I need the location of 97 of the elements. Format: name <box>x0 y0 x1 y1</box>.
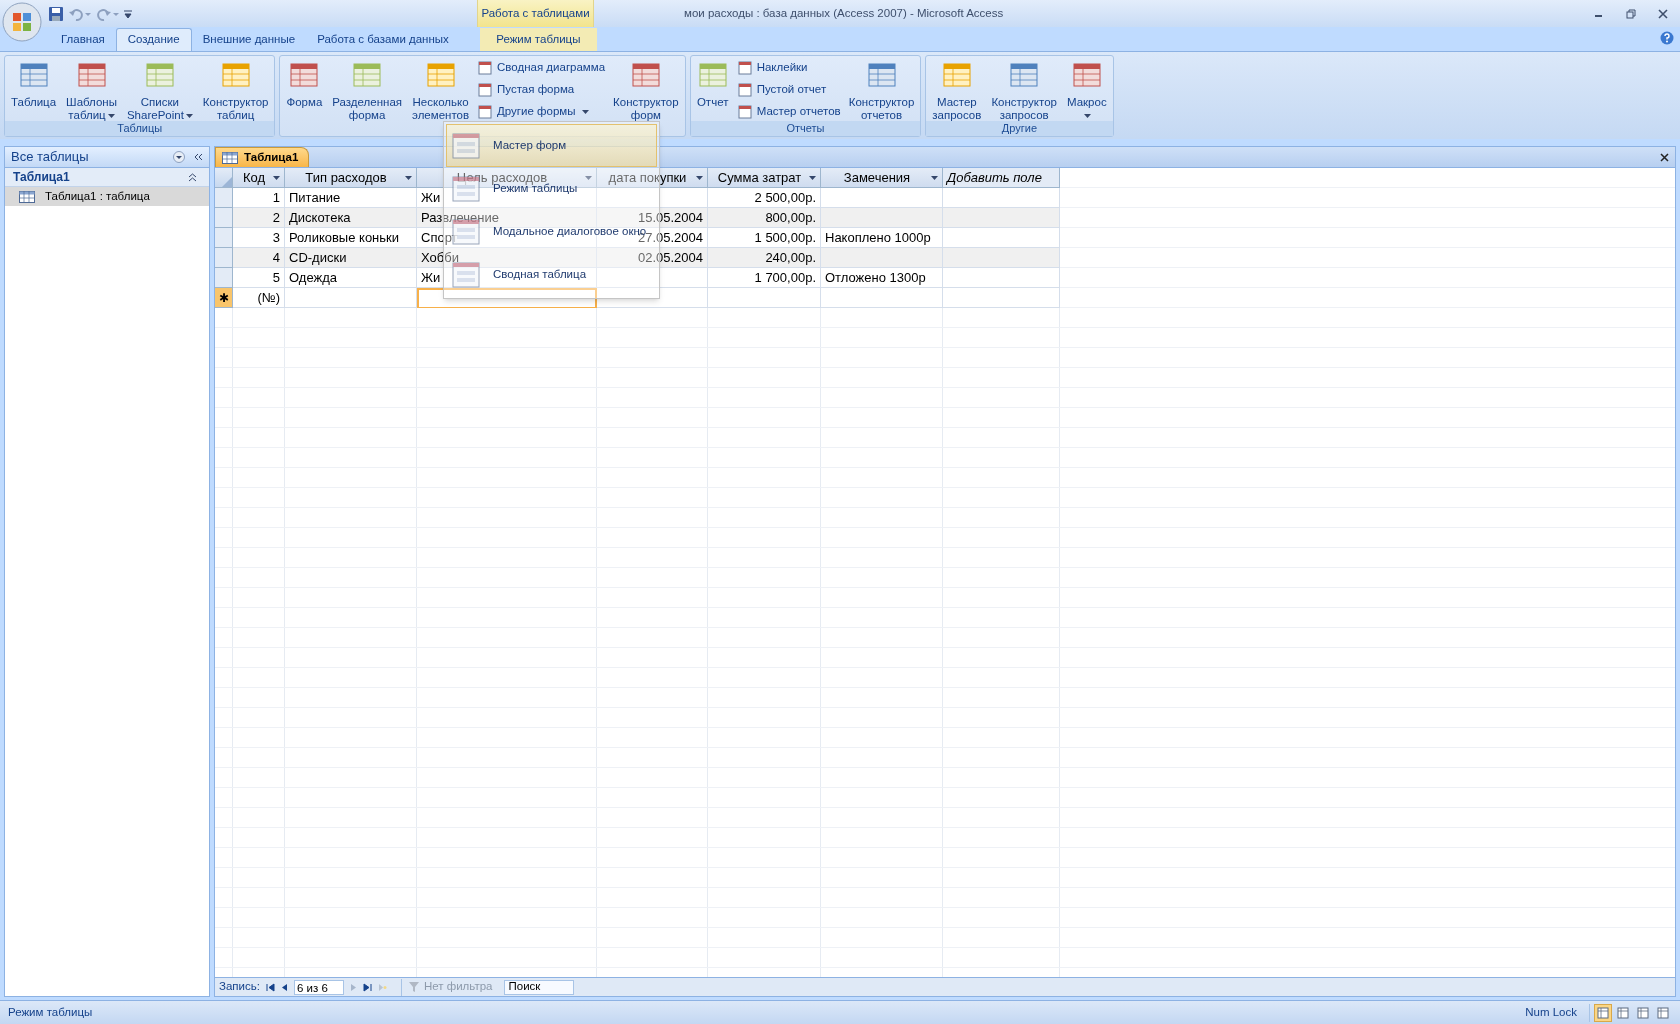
ribbon-small-icon <box>736 81 753 98</box>
last-record-icon[interactable] <box>362 982 372 992</box>
dropdown-icon[interactable] <box>173 151 185 163</box>
close-icon[interactable] <box>1658 8 1668 19</box>
ribbon-button[interactable]: Макрос <box>1062 56 1111 118</box>
ribbon-tab[interactable]: Главная <box>50 28 116 51</box>
save-icon[interactable] <box>48 5 64 22</box>
ribbon-small-icon <box>736 103 753 120</box>
row-selector[interactable] <box>215 248 233 268</box>
group-header[interactable]: Таблица1 <box>5 168 209 187</box>
row-selector[interactable] <box>215 208 233 228</box>
pane-title: Все таблицы <box>11 148 89 167</box>
table-cell: Развлечение <box>417 208 597 228</box>
ribbon-small-button[interactable]: Мастер отчетов <box>734 102 843 121</box>
collapse-icon <box>188 172 197 182</box>
ribbon-small-button[interactable]: Наклейки <box>734 58 843 77</box>
sort-caret-icon <box>931 175 938 180</box>
ribbon-button[interactable]: Несколько элементов <box>408 56 474 118</box>
status-text: Режим таблицы <box>8 1004 93 1020</box>
table-cell: Накоплено 1000р <box>821 228 943 248</box>
view-button[interactable] <box>1594 1003 1612 1022</box>
table-cell: 1 500,00р. <box>708 228 821 248</box>
new-record-marker: ✱ <box>218 289 229 307</box>
sort-caret-icon <box>273 175 280 180</box>
table-cell: 2 500,00р. <box>708 188 821 208</box>
ribbon-group-label: Таблицы <box>117 121 163 137</box>
document-tab[interactable]: Таблица1 <box>215 147 310 167</box>
ribbon-button[interactable]: Форма <box>282 56 327 118</box>
column-header[interactable]: Код <box>233 168 285 188</box>
ribbon-group-label: Другие <box>1001 121 1038 137</box>
table-cell: Одежда <box>285 268 417 288</box>
ribbon-small-icon <box>736 59 753 76</box>
table-cell: 15.05.2004 <box>597 208 708 228</box>
first-record-icon[interactable] <box>265 982 275 992</box>
ribbon-tab[interactable]: Внешние данные <box>191 28 307 51</box>
ribbon-button[interactable]: Таблица <box>7 56 61 118</box>
funnel-icon <box>407 981 420 993</box>
window-title: мои расходы : база данных (Access 2007) - Microsoft Access <box>684 5 1004 21</box>
table-cell: CD-диски <box>285 248 417 268</box>
table-cell: Дискотека <box>285 208 417 228</box>
ribbon-small-icon <box>477 59 494 76</box>
table-cell: (№) <box>233 288 285 308</box>
ribbon-small-button[interactable]: Пустая форма <box>475 80 608 99</box>
table-cell: Питание <box>285 188 417 208</box>
ribbon-button[interactable]: Конструктор отчетов <box>844 56 919 118</box>
record-label: Запись: <box>219 979 260 995</box>
customize-caret-icon[interactable] <box>124 9 132 18</box>
ribbon-small-icon <box>477 81 494 98</box>
ribbon-tab[interactable]: Работа с базами данных <box>306 28 460 51</box>
table-cell: Хобби <box>417 248 597 268</box>
column-header[interactable]: Сумма затрат <box>708 168 821 188</box>
column-header[interactable]: дата покупки <box>597 168 708 188</box>
ribbon-group-label: Отчеты <box>786 121 825 137</box>
collapse-pane-icon[interactable] <box>193 152 203 162</box>
sort-caret-icon <box>405 175 412 180</box>
ribbon-tab[interactable]: Режим таблицы <box>479 28 597 51</box>
ribbon-tab[interactable]: Создание <box>115 28 192 51</box>
table-cell: Роликовые коньки <box>285 228 417 248</box>
row-selector[interactable] <box>215 188 233 208</box>
nav-item[interactable]: Таблица1 : таблица <box>5 187 209 206</box>
table-cell: 3 <box>233 228 285 248</box>
row-selector[interactable] <box>215 268 233 288</box>
table-icon <box>19 190 35 203</box>
search-field[interactable]: Поиск <box>504 979 575 995</box>
ribbon-small-button[interactable]: Другие формы <box>475 102 608 121</box>
table-cell: 1 <box>233 188 285 208</box>
row-selector[interactable] <box>215 228 233 248</box>
table-cell: 800,00р. <box>708 208 821 228</box>
previous-record-icon[interactable] <box>280 982 288 992</box>
ribbon-small-icon <box>477 103 494 120</box>
column-header[interactable]: Тип расходов <box>285 168 417 188</box>
menu-item[interactable]: Мастер форм <box>446 124 657 167</box>
office-button-icon[interactable] <box>2 2 42 42</box>
help-icon[interactable] <box>1660 31 1674 45</box>
num-lock-indicator: Num Lock <box>1525 1004 1577 1020</box>
sort-caret-icon <box>809 175 816 180</box>
column-header[interactable]: Замечения <box>821 168 943 188</box>
restore-icon[interactable] <box>1626 8 1636 19</box>
column-header[interactable]: Добавить поле <box>943 168 1060 188</box>
close-icon[interactable] <box>1660 153 1669 162</box>
table-cell: 4 <box>233 248 285 268</box>
ribbon-button[interactable]: Списки SharePoint <box>122 56 197 118</box>
ribbon-small-button[interactable]: Сводная диаграмма <box>475 58 608 77</box>
ribbon-button[interactable]: Отчет <box>692 56 733 118</box>
table-cell: 02.05.2004 <box>597 248 708 268</box>
table-cell: Отложено 1300р <box>821 268 943 288</box>
table-icon <box>222 151 238 164</box>
contextual-group-label: Работа с таблицами <box>481 5 590 21</box>
table-cell: 5 <box>233 268 285 288</box>
table-cell: 240,00р. <box>708 248 821 268</box>
sort-caret-icon <box>585 175 592 180</box>
sort-caret-icon <box>696 175 703 180</box>
ribbon-small-button[interactable]: Пустой отчет <box>734 80 843 99</box>
table-cell: 2 <box>233 208 285 228</box>
record-position-field[interactable]: 6 из 6 <box>293 979 344 995</box>
next-record-icon[interactable] <box>349 982 357 992</box>
table-cell: 1 700,00р. <box>708 268 821 288</box>
